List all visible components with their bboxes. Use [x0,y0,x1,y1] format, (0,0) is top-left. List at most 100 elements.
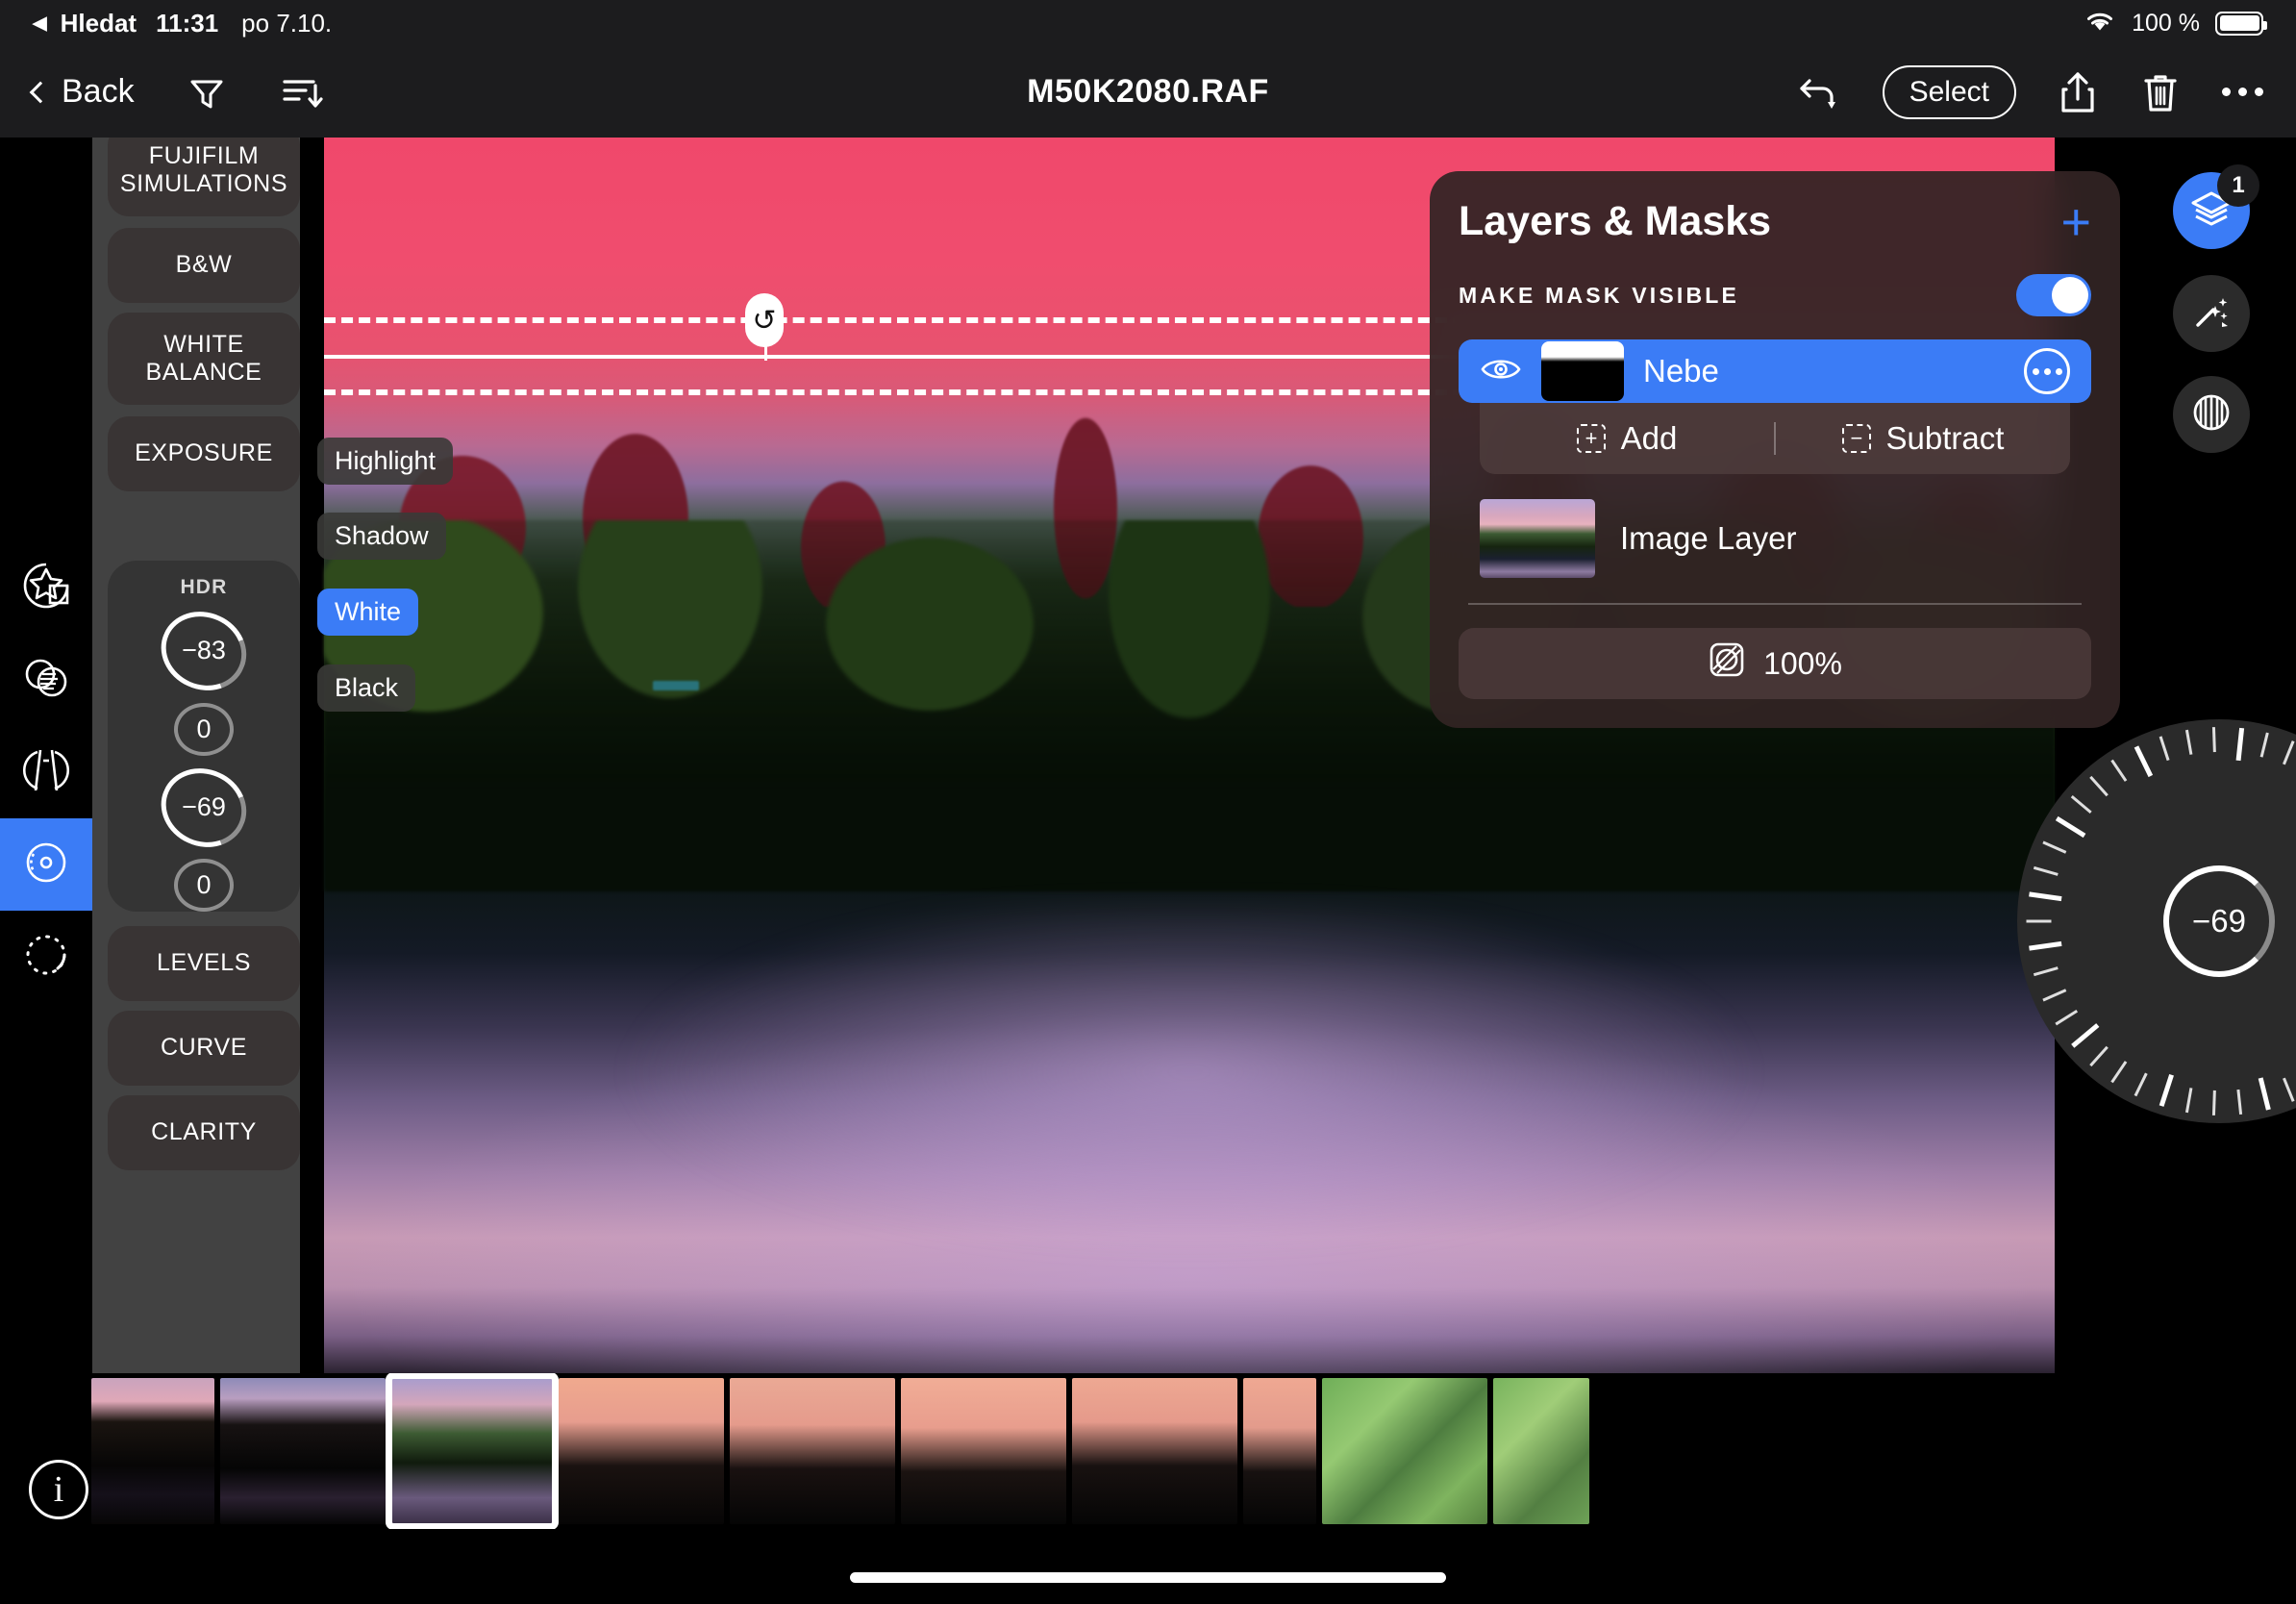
status-time: 11:31 [156,8,219,38]
battery-percent-label: 100 % [2132,9,2200,37]
hdr-panel: HDR −83 0 −69 0 [108,561,300,912]
layers-toggle-button[interactable]: 1 [2173,164,2259,249]
left-tool-rail [0,138,92,1373]
sidebar-item-exposure[interactable] [0,818,92,911]
layer-row-image[interactable]: Image Layer [1459,499,2091,578]
hdr-shadow-knob[interactable]: 0 [174,702,234,756]
right-tool-rail: 1 −69 [2017,138,2296,1373]
add-square-icon: + [1576,424,1606,453]
top-toolbar: Back M50K2080.RAF Select [0,46,2296,138]
filmstrip-item-10[interactable] [1493,1378,1589,1524]
layer-opacity-row[interactable]: 100% [1459,628,2091,699]
blend-circles-icon [21,653,71,708]
mask-subtract-button[interactable]: − Subtract [1776,420,2070,457]
undo-icon[interactable] [1796,71,1842,113]
subtract-square-icon: − [1841,424,1871,453]
chevron-left-icon [29,81,52,103]
back-button[interactable]: Back [29,73,135,111]
make-mask-visible-toggle[interactable] [2016,274,2091,316]
mask-subtract-label: Subtract [1885,420,2005,456]
info-label: i [53,1469,64,1510]
mask-add-label: Add [1620,420,1678,456]
layers-divider [1468,603,2082,605]
back-to-app-label[interactable]: Hledat [61,9,137,38]
battery-icon [2215,11,2267,36]
more-horizontal-icon[interactable] [2222,88,2263,96]
tone-label-white[interactable]: White [317,589,419,636]
tool-curve[interactable]: CURVE [108,1011,300,1086]
sidebar-item-presets[interactable] [0,541,92,634]
layer-options-icon[interactable] [2024,348,2070,394]
share-icon[interactable] [2057,68,2099,116]
mask-add-button[interactable]: + Add [1480,420,1774,457]
sidebar-item-blend[interactable] [0,634,92,726]
photo-boat [653,681,699,691]
layer-opacity-value: 100% [1763,645,1842,681]
make-mask-visible-label: MAKE MASK VISIBLE [1459,282,1740,308]
dial-value: −69 [2192,903,2246,939]
hdr-title: HDR [180,576,228,598]
filter-icon[interactable] [185,70,229,114]
tone-label-black[interactable]: Black [317,664,416,712]
toolbar-left-group: Back [29,70,325,114]
tool-bw[interactable]: B&W [108,228,300,303]
photo-water-reflection [532,903,1847,1324]
filmstrip-item-5[interactable] [730,1378,895,1524]
layers-count-badge: 1 [2217,164,2259,207]
photo-editor-app: ◀ Hledat 11:31 po 7.10. 100 % Back M50K2… [0,0,2296,1604]
hdr-white-value: −69 [182,791,226,821]
filmstrip-item-7[interactable] [1072,1378,1237,1524]
status-bar: ◀ Hledat 11:31 po 7.10. 100 % [0,0,2296,46]
hdr-highlight-knob[interactable]: −83 [148,598,260,704]
mask-rotate-handle[interactable]: ↺ [745,293,784,347]
tool-clarity[interactable]: CLARITY [108,1095,300,1170]
tone-label-shadow[interactable]: Shadow [317,513,446,560]
sidebar-item-retouch[interactable] [0,911,92,1003]
filmstrip-item-1[interactable] [91,1378,214,1524]
magic-wand-icon [2190,290,2233,338]
layer-mask-thumbnail [1541,341,1624,401]
status-bar-left: ◀ Hledat 11:31 po 7.10. [33,9,332,38]
tool-exposure[interactable]: EXPOSURE [108,416,300,491]
layer-row-nebe[interactable]: Nebe [1459,339,2091,403]
toolbar-right-group: Select [1796,64,2263,119]
auto-enhance-button[interactable] [2173,275,2250,352]
presets-star-icon [21,561,71,615]
filmstrip-item-9[interactable] [1322,1378,1487,1524]
filmstrip[interactable] [0,1373,2296,1529]
add-layer-button[interactable]: + [2060,196,2091,248]
texture-button[interactable] [2173,376,2250,453]
hdr-shadow-value: 0 [196,714,212,743]
adjustments-panel: FUJIFILM SIMULATIONS B&W WHITE BALANCE E… [92,138,300,1373]
sort-descending-icon[interactable] [279,70,325,114]
hdr-black-knob[interactable]: 0 [174,859,234,912]
filmstrip-item-8[interactable] [1243,1378,1316,1524]
select-button[interactable]: Select [1882,64,2016,119]
tool-white-balance[interactable]: WHITE BALANCE [108,313,300,405]
info-icon[interactable]: i [29,1460,88,1519]
filmstrip-item-4[interactable] [559,1378,724,1524]
back-to-app-arrow-icon[interactable]: ◀ [33,14,47,33]
tool-levels[interactable]: LEVELS [108,926,300,1001]
layer-name-label: Nebe [1643,353,1719,388]
hdr-white-knob[interactable]: −69 [148,754,260,861]
lens-correction-icon [21,745,71,800]
layers-and-masks-panel: Layers & Masks + MAKE MASK VISIBLE Nebe … [1430,171,2120,728]
image-layer-thumbnail [1480,499,1595,578]
layers-panel-header: Layers & Masks + [1459,196,2091,248]
trash-icon[interactable] [2139,69,2182,115]
eye-icon[interactable] [1480,355,1522,388]
tool-fujifilm-simulations[interactable]: FUJIFILM SIMULATIONS [108,138,300,216]
filmstrip-item-3[interactable] [386,1373,559,1529]
wifi-icon [2084,8,2116,39]
sidebar-item-lens-correction[interactable] [0,726,92,818]
mask-add-subtract-bar: + Add − Subtract [1480,403,2070,474]
tone-label-highlight[interactable]: Highlight [317,438,454,485]
home-indicator [850,1572,1446,1583]
dotted-circle-icon [21,930,71,985]
back-button-label: Back [62,73,135,110]
filmstrip-item-2[interactable] [220,1378,386,1524]
filmstrip-item-6[interactable] [901,1378,1066,1524]
dial-value-knob[interactable]: −69 [2163,865,2275,977]
make-mask-visible-row: MAKE MASK VISIBLE [1459,274,2091,316]
